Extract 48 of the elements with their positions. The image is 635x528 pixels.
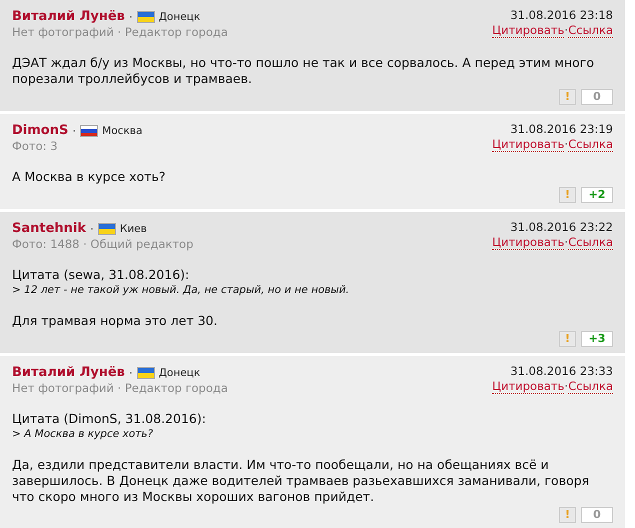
- rating-button[interactable]: +3: [581, 331, 613, 347]
- separator-dot: ·: [564, 379, 568, 393]
- post-date: 31.08.2016 23:22: [509, 220, 613, 235]
- author-meta: Нет фотографий · Редактор города: [12, 381, 228, 396]
- city-name: Москва: [102, 124, 142, 136]
- separator-dot: ·: [90, 222, 94, 236]
- city-name: Донецк: [158, 10, 200, 22]
- separator-dot: ·: [128, 366, 133, 380]
- city-name: Донецк: [158, 366, 200, 378]
- rating-button[interactable]: 0: [581, 89, 613, 105]
- quote-text: > 12 лет - не такой уж новый. Да, не старый, но и не новый.: [12, 283, 350, 298]
- post-text: А Москва в курсе хоть?: [12, 169, 166, 185]
- separator-dot: ·: [128, 10, 133, 24]
- permalink[interactable]: Ссылка: [568, 137, 613, 152]
- permalink[interactable]: Ссылка: [568, 23, 613, 38]
- flag-icon: [98, 222, 116, 234]
- author-meta: Фото: 3: [12, 139, 59, 154]
- author-name[interactable]: Santehnik: [12, 220, 86, 237]
- flag-icon: [136, 366, 155, 378]
- quote-text: > А Москва в курсе хоть?: [12, 427, 154, 442]
- post-text: Для трамвая норма это лет 30.: [12, 313, 218, 329]
- flag-icon: [80, 124, 98, 136]
- author-name[interactable]: DimonS: [12, 122, 68, 139]
- separator-dot: ·: [564, 23, 568, 37]
- flag-icon: [136, 10, 155, 22]
- quote-header: Цитата (DimonS, 31.08.2016):: [12, 411, 207, 427]
- quote-link[interactable]: Цитировать: [492, 23, 564, 38]
- post-date: 31.08.2016 23:18: [509, 8, 613, 23]
- permalink[interactable]: Ссылка: [568, 379, 613, 394]
- separator-dot: ·: [564, 235, 568, 249]
- rating-button[interactable]: 0: [581, 507, 613, 523]
- quote-link[interactable]: Цитировать: [492, 235, 564, 250]
- permalink[interactable]: Ссылка: [568, 235, 613, 250]
- post-date: 31.08.2016 23:19: [509, 122, 613, 137]
- author-name[interactable]: Виталий Лунёв: [12, 8, 125, 25]
- quote-link[interactable]: Цитировать: [492, 379, 564, 394]
- author-meta: Нет фотографий · Редактор города: [12, 25, 228, 40]
- separator-dot: ·: [72, 124, 76, 138]
- quote-header: Цитата (sewa, 31.08.2016):: [12, 267, 190, 283]
- author-meta: Фото: 1488 · Общий редактор: [12, 237, 194, 252]
- rating-button[interactable]: +2: [581, 187, 613, 203]
- quote-link[interactable]: Цитировать: [492, 137, 564, 152]
- post-date: 31.08.2016 23:33: [509, 364, 613, 379]
- author-name[interactable]: Виталий Лунёв: [12, 364, 125, 381]
- post-text: ДЭАТ ждал б/у из Москвы, но что-то пошло не так и все сорвалось. А перед этим много порезали троллейбусов и трамваев.: [12, 55, 596, 87]
- city-name: Киев: [120, 222, 147, 234]
- separator-dot: ·: [564, 137, 568, 151]
- post-text: Да, ездили представители власти. Им что-то пообещали, но на обещаниях всё и завершилось. В Донецк даже водителей трамваев разьехавшихся заманивали, говоря что скоро много из Москвы хороших вагонов прийдет.: [12, 457, 590, 505]
